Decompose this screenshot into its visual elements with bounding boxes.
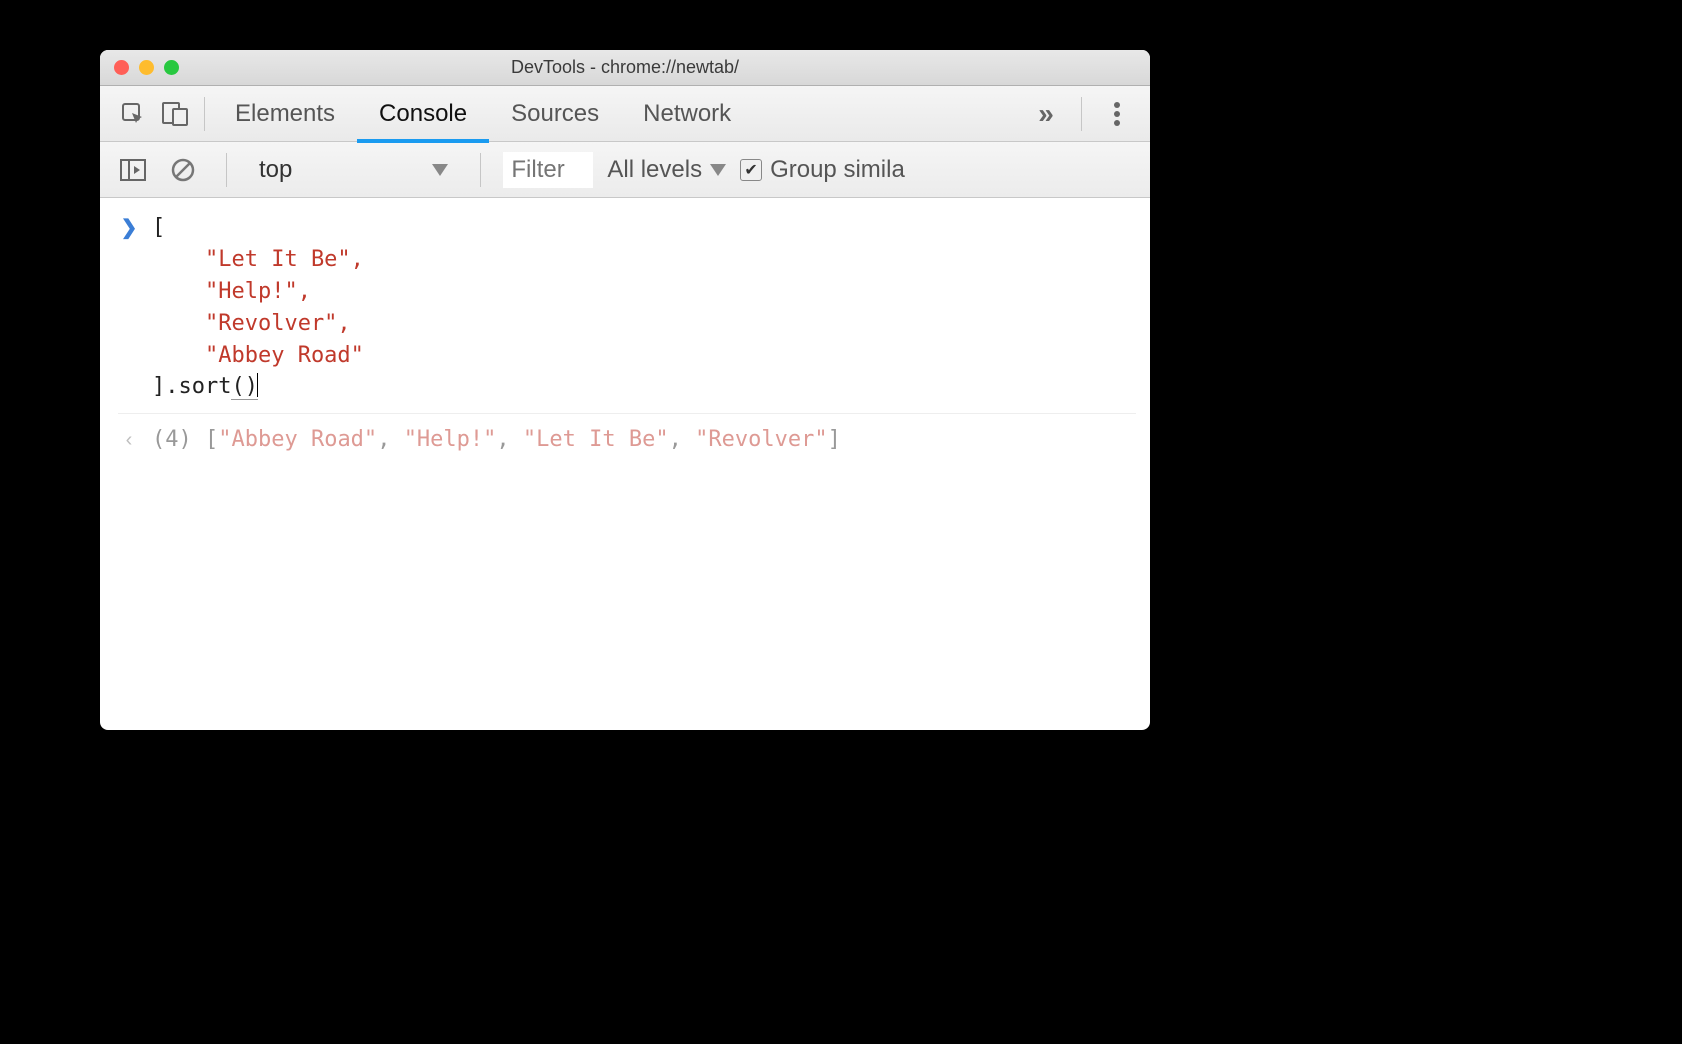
tab-console[interactable]: Console (357, 86, 489, 142)
console-input-code[interactable]: [ "Let It Be", "Help!", "Revolver", "Abb… (152, 212, 364, 403)
tab-network[interactable]: Network (621, 86, 753, 142)
titlebar: DevTools - chrome://newtab/ (100, 50, 1150, 86)
device-toggle-icon[interactable] (154, 93, 196, 135)
clear-console-icon[interactable] (162, 149, 204, 191)
kebab-menu-icon[interactable] (1096, 93, 1138, 135)
filter-input[interactable] (503, 152, 593, 188)
inspect-element-icon[interactable] (112, 93, 154, 135)
panel-tabbar: Elements Console Sources Network » (100, 86, 1150, 142)
levels-label: All levels (607, 156, 702, 184)
zoom-window-button[interactable] (164, 60, 179, 75)
close-window-button[interactable] (114, 60, 129, 75)
chevron-down-icon (710, 164, 726, 176)
divider (204, 97, 205, 131)
divider (1081, 97, 1082, 131)
console-body: ❯ [ "Let It Be", "Help!", "Revolver", "A… (100, 198, 1150, 470)
toggle-drawer-icon[interactable] (112, 149, 154, 191)
chevron-down-icon (432, 164, 448, 176)
window-title: DevTools - chrome://newtab/ (100, 57, 1150, 78)
divider (226, 153, 227, 187)
console-eager-eval: (4) ["Abbey Road", "Help!", "Let It Be",… (152, 424, 841, 456)
prompt-output-icon: ‹ (118, 424, 140, 455)
group-similar-label: Group simila (770, 156, 905, 184)
traffic-lights (114, 60, 179, 75)
context-label: top (259, 156, 292, 184)
devtools-window: DevTools - chrome://newtab/ Elements Con… (100, 50, 1150, 730)
prompt-input-icon: ❯ (118, 212, 140, 243)
console-input-row[interactable]: ❯ [ "Let It Be", "Help!", "Revolver", "A… (118, 212, 1136, 403)
minimize-window-button[interactable] (139, 60, 154, 75)
check-icon: ✔ (740, 159, 762, 181)
text-cursor (257, 373, 258, 397)
tab-sources[interactable]: Sources (489, 86, 621, 142)
tab-elements[interactable]: Elements (213, 86, 357, 142)
log-levels-selector[interactable]: All levels (607, 156, 726, 184)
group-similar-toggle[interactable]: ✔ Group simila (740, 156, 905, 184)
context-selector[interactable]: top (249, 152, 458, 188)
console-filterbar: top All levels ✔ Group simila (100, 142, 1150, 198)
more-tabs-icon[interactable]: » (1025, 93, 1067, 135)
console-eager-eval-row: ‹ (4) ["Abbey Road", "Help!", "Let It Be… (118, 413, 1136, 456)
divider (480, 153, 481, 187)
